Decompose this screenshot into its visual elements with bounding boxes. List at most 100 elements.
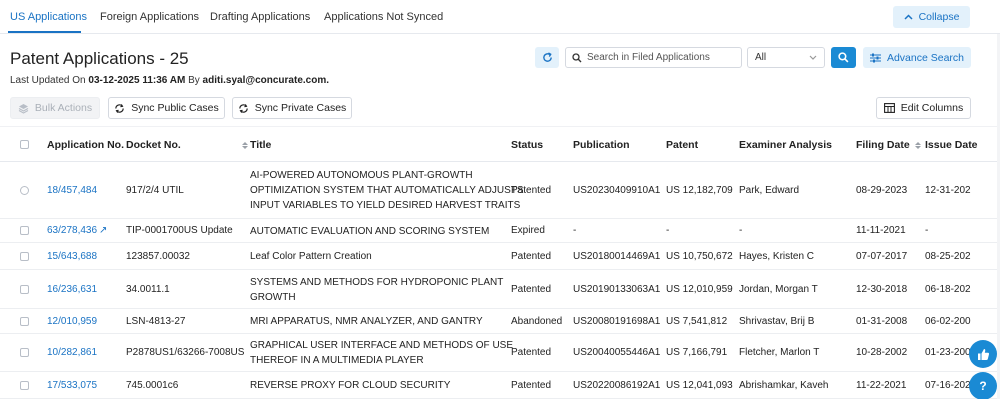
application-number-link[interactable]: 12/010,959 [47,316,97,327]
title-line: SYSTEMS AND METHODS FOR HYDROPONIC PLANT [250,276,504,288]
application-number-link[interactable]: 63/278,436 [47,225,97,236]
publication-number: US20080191698A1 [573,315,661,327]
select-all-checkbox[interactable] [20,140,29,149]
col-title[interactable]: Title [250,139,271,151]
application-number-link[interactable]: 16/236,631 [47,284,97,295]
col-patent-label: Patent [666,139,699,151]
tab-drafting-applications[interactable]: Drafting Applications [210,11,310,23]
examiner-name: - [739,225,743,236]
patent-number: US 7,166,791 [666,347,728,358]
title-line: AUTOMATIC EVALUATION AND SCORING SYSTEM [250,225,490,237]
last-updated-user: aditi.syal@concurate.com. [202,75,330,86]
col-patent[interactable]: Patent [666,139,698,151]
table-header: Application No. Docket No. Title Status … [0,126,1000,162]
application-title: REVERSE PROXY FOR CLOUD SECURITY [250,378,450,393]
patent-number: US 12,010,959 [666,283,733,295]
last-updated-by: By [188,75,200,86]
filing-date: 10-28-2002 [856,347,908,358]
sort-icon[interactable] [241,141,248,149]
col-filing-date[interactable]: Filing Date [856,139,921,151]
table-row[interactable]: 18/457,484 917/2/4 UTIL Patented US20230409… [0,162,1000,219]
advanced-search-button[interactable]: Advance Search [863,47,971,68]
bulk-actions-button[interactable]: Bulk Actions [10,97,100,119]
active-tab-indicator [8,31,81,33]
docket-number: 745.0001c6 [126,379,179,391]
examiner-name: Abrishamkar, Kaveh [739,379,829,391]
title-line: GROWTH [250,291,296,303]
status-value: Patented [511,347,552,358]
table-row[interactable]: 10/282,861 P2878US1/63266-7008US Patented U… [0,334,1000,372]
title-line: REVERSE PROXY FOR CLOUD SECURITY [250,380,451,391]
refresh-button[interactable] [535,47,559,68]
title-line: GRAPHICAL USER INTERFACE AND METHODS OF … [250,340,514,351]
col-docket-no-label: Docket No. [126,139,181,151]
col-publication[interactable]: Publication [573,139,630,151]
issue-date: 07-16-202 [925,379,971,391]
examiner-name: Fletcher, Marlon T [739,347,820,358]
patent-number: US 12,182,709 [666,184,733,196]
sync-private-label: Sync Private Cases [254,102,347,114]
external-link-icon[interactable]: ↗ [99,225,107,236]
help-icon: ? [979,379,987,393]
table-row[interactable]: 63/278,436 TIP-0001700US Update Expired - - -… [0,219,1000,243]
sort-icon[interactable] [914,141,921,149]
sync-private-cases-button[interactable]: Sync Private Cases [232,97,352,119]
col-application-no[interactable]: Application No. [47,139,124,151]
filing-date: 12-30-2018 [856,283,908,295]
col-examiner-analysis[interactable]: Examiner Analysis [739,139,832,151]
edit-columns-button[interactable]: Edit Columns [876,97,971,119]
tab-applications-not-synced[interactable]: Applications Not Synced [324,11,443,23]
filing-date: 01-31-2008 [856,315,908,327]
title-line: Leaf Color Pattern Creation [250,251,372,262]
docket-number: TIP-0001700US Update [126,225,233,236]
table-row[interactable]: 16/236,631 34.0011.1 Patented US20190133063… [0,270,1000,309]
layers-icon [18,103,29,114]
feedback-button[interactable] [969,340,997,368]
row-checkbox[interactable] [20,380,29,390]
docket-number: P2878US1/63266-7008US [126,347,245,358]
col-issue-date[interactable]: Issue Date [925,139,978,151]
application-number-link[interactable]: 10/282,861 [47,347,97,358]
table-row[interactable]: 12/010,959 LSN-4813-27 Abandoned US20080191… [0,309,1000,334]
col-docket-no[interactable]: Docket No. [126,139,248,151]
row-checkbox[interactable] [20,226,29,235]
tab-foreign-applications[interactable]: Foreign Applications [100,11,199,23]
table-row[interactable]: 17/533,075 745.0001c6 Patented US2022008619… [0,372,1000,399]
sync-public-cases-button[interactable]: Sync Public Cases [108,97,225,119]
sync-icon [238,103,248,113]
docket-number: 917/2/4 UTIL [126,184,184,196]
filter-select-value: All [755,52,767,63]
patent-number: US 7,541,812 [666,315,728,327]
application-number-link[interactable]: 15/643,688 [47,251,97,262]
search-input[interactable] [587,52,737,63]
search-field[interactable] [565,47,742,68]
filing-date: 11-11-2021 [856,225,906,236]
col-status-label: Status [511,139,544,151]
filter-select[interactable]: All [747,47,825,68]
col-title-label: Title [250,139,272,151]
examiner-name: Shrivastav, Brij B [739,315,815,327]
issue-date: - [925,225,929,236]
patent-number: - [666,225,670,236]
col-filing-date-label: Filing Date [856,139,910,151]
row-checkbox[interactable] [20,185,29,195]
col-status[interactable]: Status [511,139,543,151]
issue-date: 06-18-202 [925,283,971,295]
application-number-link[interactable]: 18/457,484 [47,185,97,196]
table-row[interactable]: 15/643,688 123857.00032 Patented US20180014… [0,243,1000,270]
issue-date: 08-25-202 [925,250,971,262]
advanced-search-label: Advance Search [886,51,965,64]
row-checkbox[interactable] [20,316,29,326]
search-button[interactable] [831,47,856,68]
help-button[interactable]: ? [969,372,997,399]
refresh-icon [542,52,552,62]
collapse-button[interactable]: Collapse [893,6,970,28]
docket-number: 123857.00032 [126,250,190,262]
row-checkbox[interactable] [20,251,29,261]
application-title: Leaf Color Pattern Creation [250,249,372,264]
application-number-link[interactable]: 17/533,075 [47,380,97,391]
row-checkbox[interactable] [20,348,29,357]
application-title: MRI APPARATUS, NMR ANALYZER, AND GANTRY [250,314,483,329]
row-checkbox[interactable] [20,284,29,294]
tab-us-applications[interactable]: US Applications [10,11,87,23]
